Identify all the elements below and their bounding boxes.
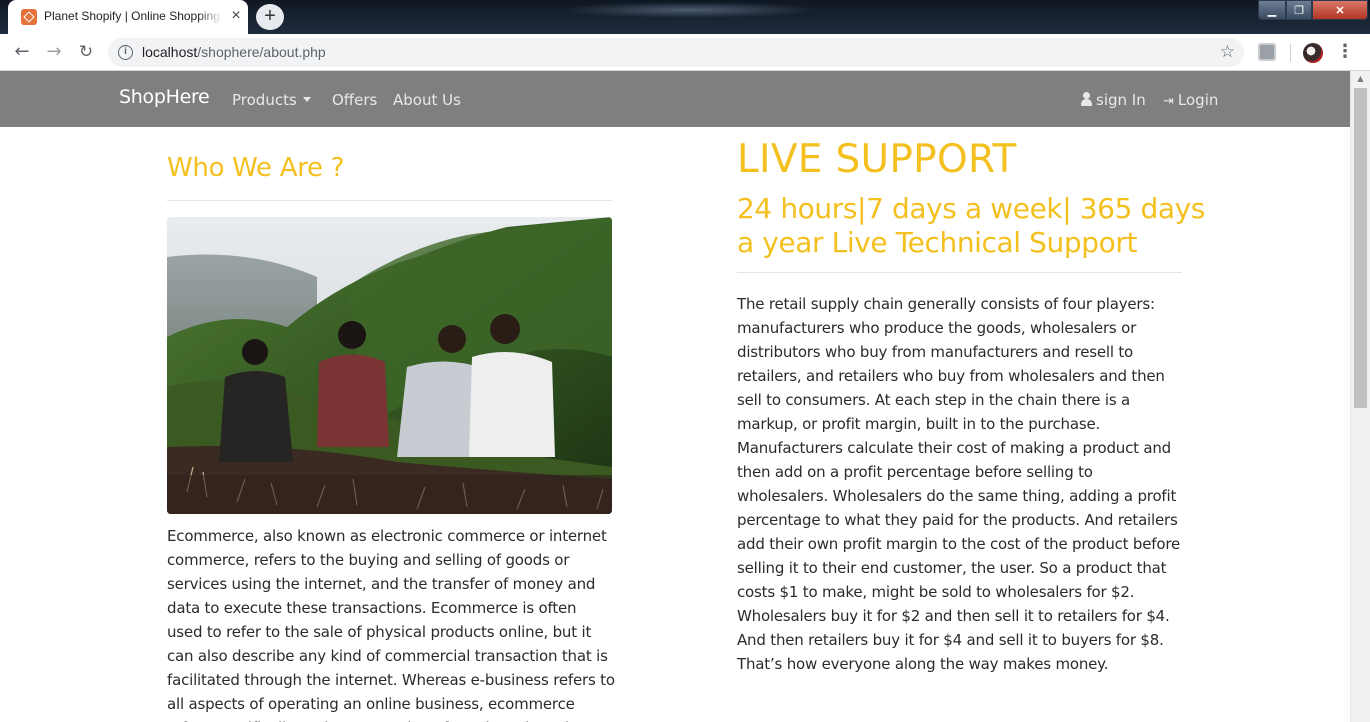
tab-close-icon[interactable]: ×	[228, 8, 244, 24]
titlebar-glow	[560, 2, 820, 18]
url-text[interactable]: localhost/shophere/about.php	[142, 44, 326, 60]
close-window-button[interactable]: ✕	[1312, 0, 1368, 20]
tab-title: Planet Shopify | Online Shopping	[44, 9, 222, 23]
address-bar[interactable]: i localhost/shophere/about.php ☆	[108, 38, 1244, 67]
site-navbar: ShopHere Products Offers About Us sign I…	[0, 71, 1350, 127]
browser-titlebar: Planet Shopify | Online Shopping × + ▁ ❐…	[0, 0, 1370, 34]
nav-login-label: Login	[1177, 91, 1219, 109]
xampp-favicon-icon	[21, 9, 37, 25]
window-controls: ▁ ❐ ✕	[1258, 0, 1370, 20]
toolbar-divider	[1290, 44, 1291, 62]
ecommerce-paragraph: Ecommerce, also known as electronic comm…	[167, 527, 615, 722]
nav-offers[interactable]: Offers	[332, 91, 377, 109]
brand-logo[interactable]: ShopHere	[119, 86, 210, 108]
support-hours-subheading: 24 hours|7 days a week| 365 days a year …	[737, 192, 1205, 259]
profile-avatar-icon[interactable]	[1303, 43, 1323, 63]
live-support-heading: LIVE SUPPORT	[737, 137, 1017, 182]
minimize-button[interactable]: ▁	[1258, 0, 1286, 20]
nav-about-us[interactable]: About Us	[393, 91, 461, 109]
supply-chain-paragraph: The retail supply chain generally consis…	[737, 295, 1180, 673]
user-icon	[1081, 92, 1092, 106]
divider	[737, 272, 1182, 273]
back-icon[interactable]: ←	[10, 40, 34, 64]
browser-tab[interactable]: Planet Shopify | Online Shopping ×	[8, 0, 248, 34]
nav-login[interactable]: ⇥ Login	[1163, 91, 1218, 109]
nav-products-label: Products	[232, 91, 297, 109]
page-content: Who We Are ? Ecommerce, also known as el…	[0, 127, 1350, 722]
nav-sign-in-label: sign In	[1096, 91, 1146, 109]
reload-icon[interactable]: ↻	[74, 40, 98, 64]
menu-icon[interactable]: ⋮	[1336, 42, 1354, 62]
maximize-button[interactable]: ❐	[1286, 0, 1312, 20]
extension-icon[interactable]	[1258, 43, 1276, 61]
divider	[167, 200, 612, 201]
url-path: /shophere/about.php	[197, 44, 326, 60]
star-icon[interactable]: ☆	[1220, 42, 1235, 62]
info-icon[interactable]: i	[118, 45, 133, 60]
scroll-up-icon[interactable]: ▲	[1351, 71, 1370, 87]
login-icon: ⇥	[1163, 94, 1174, 109]
who-we-are-heading: Who We Are ?	[167, 153, 345, 183]
url-host: localhost	[142, 44, 198, 60]
chevron-down-icon	[302, 97, 311, 102]
forward-icon[interactable]: →	[42, 40, 66, 64]
friends-on-hill-image	[167, 217, 612, 514]
new-tab-button[interactable]: +	[256, 4, 284, 30]
scroll-thumb[interactable]	[1354, 88, 1367, 408]
browser-toolbar: ← → ↻ i localhost/shophere/about.php ☆ ⋮	[0, 34, 1370, 71]
nav-sign-in[interactable]: sign In	[1081, 91, 1146, 109]
nav-products-dropdown[interactable]: Products	[232, 91, 311, 109]
page-scrollbar[interactable]: ▲	[1350, 71, 1370, 722]
